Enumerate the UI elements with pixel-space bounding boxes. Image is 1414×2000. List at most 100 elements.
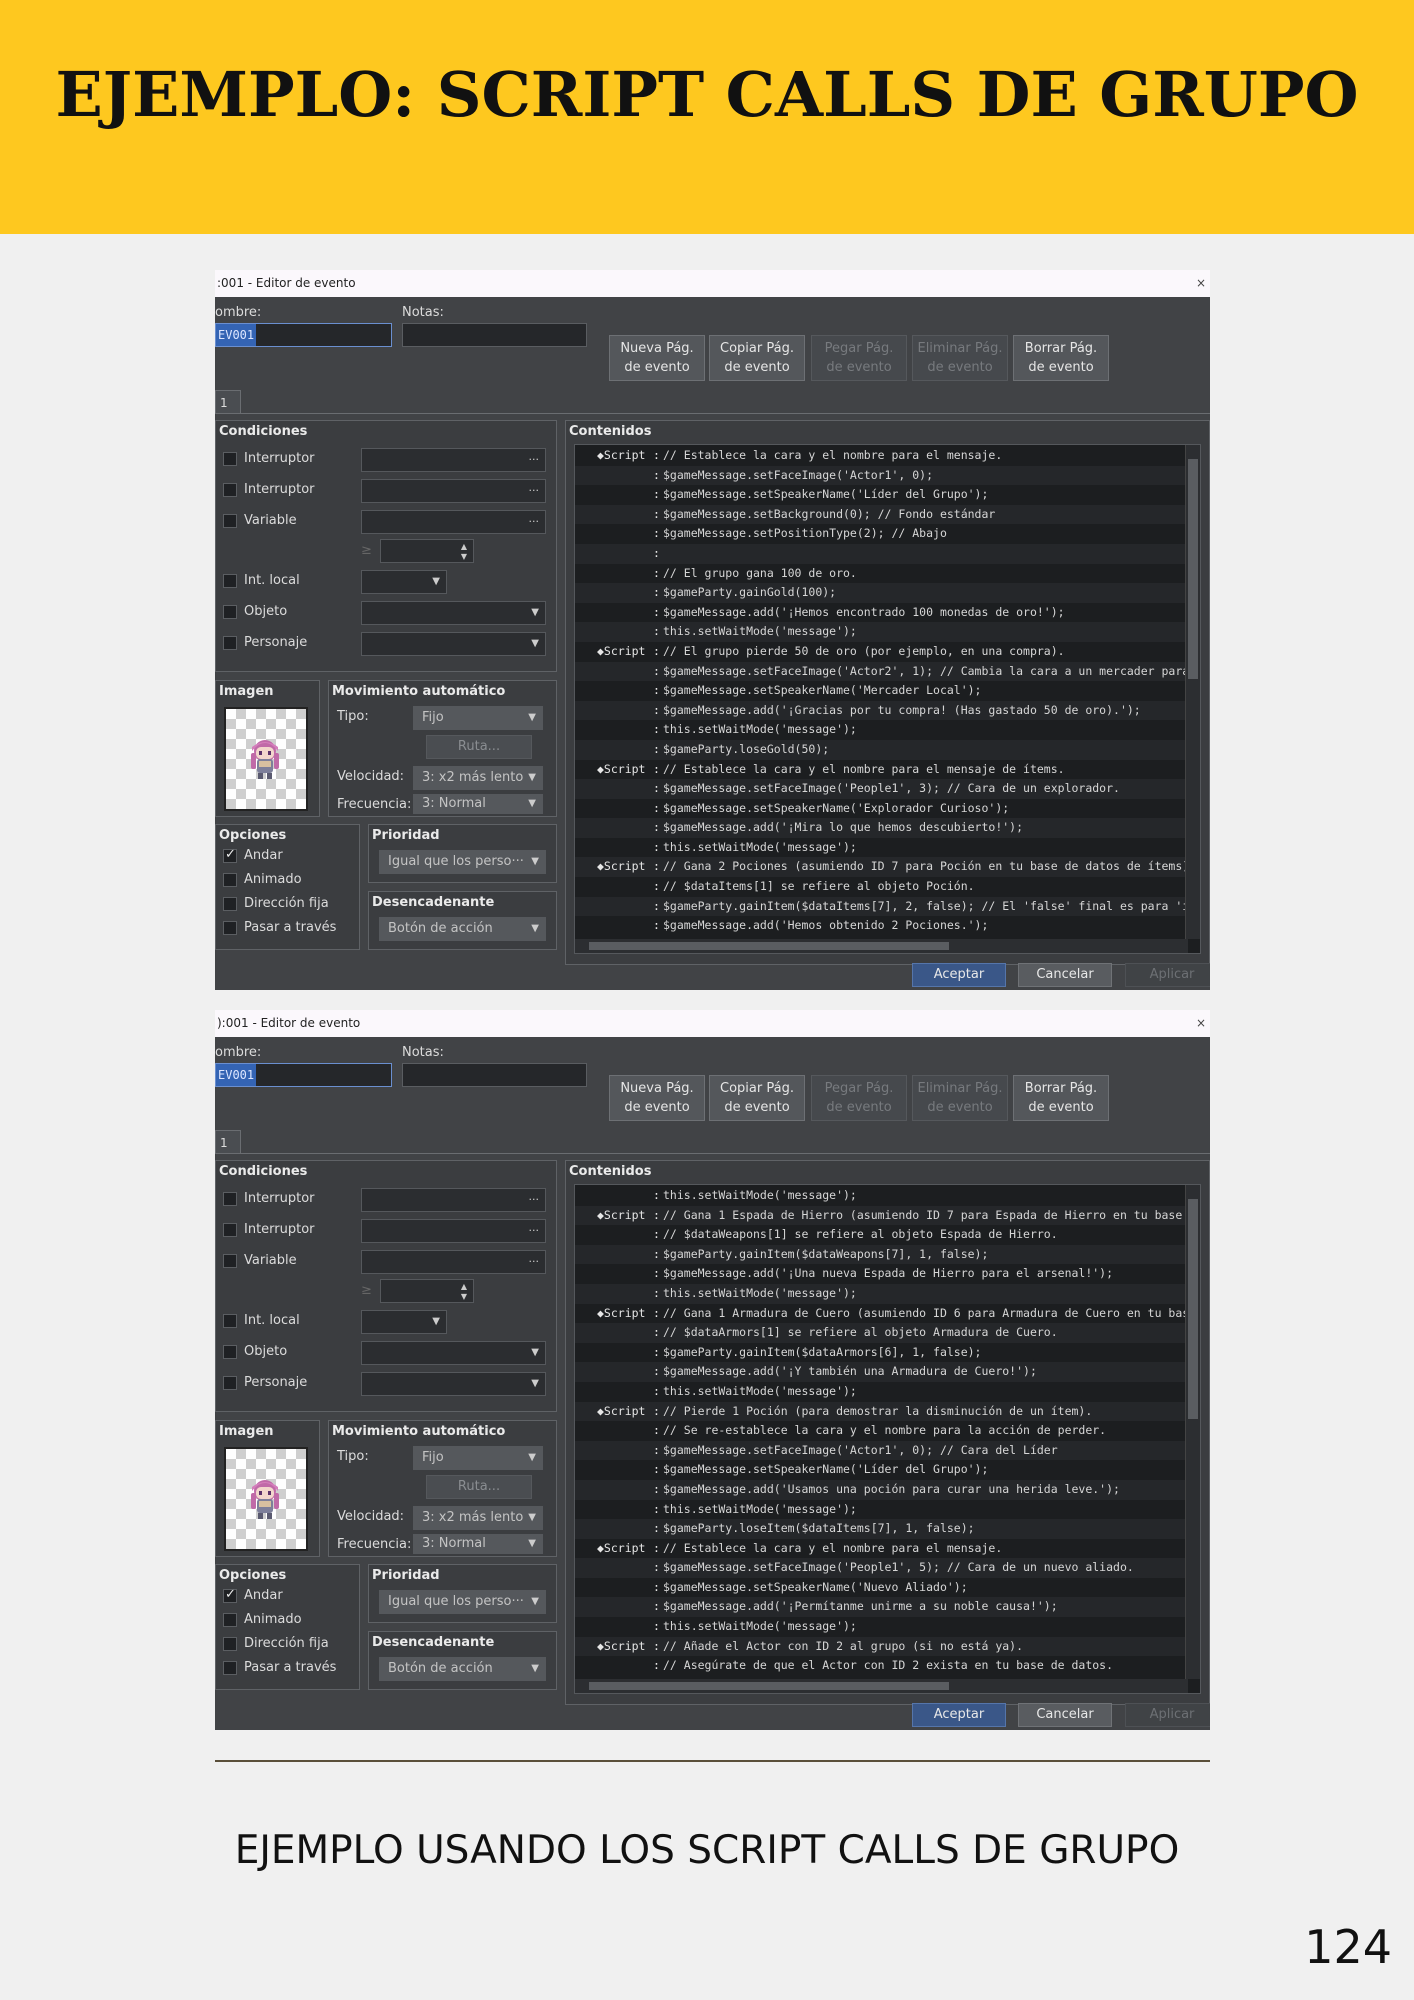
command-line[interactable]: : $gameMessage.add('¡Y también una Armadu…: [575, 1362, 1186, 1382]
command-line[interactable]: : $gameMessage.setFaceImage('Actor1', 0);…: [575, 1440, 1186, 1461]
self-switch-checkbox[interactable]: [223, 574, 237, 588]
switch2-checkbox[interactable]: [223, 483, 237, 497]
command-line[interactable]: : $gameMessage.setPositionType(2); // Aba…: [575, 524, 1186, 544]
command-line[interactable]: : $gameParty.loseItem($dataItems[7], 1, f…: [575, 1519, 1186, 1539]
command-line[interactable]: : $gameParty.gainGold(100);: [575, 583, 1186, 603]
new-page-button[interactable]: Nueva Pág. de evento: [609, 335, 705, 381]
item-select[interactable]: ▼: [361, 1341, 546, 1365]
tab-page-1[interactable]: 1: [215, 1130, 241, 1154]
apply-button[interactable]: Aplicar: [1125, 963, 1210, 987]
route-button[interactable]: Ruta...: [426, 1475, 532, 1499]
cancel-button[interactable]: Cancelar: [1018, 963, 1112, 987]
variable-checkbox[interactable]: [223, 514, 237, 528]
character-image[interactable]: [224, 1447, 308, 1551]
command-line[interactable]: ◆Script:// Establece la cara y el nombre…: [575, 1539, 1186, 1559]
command-line[interactable]: : this.setWaitMode('message');: [575, 1500, 1186, 1520]
self-switch-checkbox[interactable]: [223, 1314, 237, 1328]
command-line[interactable]: : this.setWaitMode('message');: [575, 1283, 1186, 1304]
command-line[interactable]: ◆Script:// Pierde 1 Poción (para demostr…: [575, 1401, 1186, 1422]
trigger-select[interactable]: Botón de acción ▼: [379, 917, 546, 941]
variable-value-stepper[interactable]: ▲ ▼: [380, 1279, 474, 1303]
command-line[interactable]: :// $dataArmors[1] se refiere al objeto …: [575, 1323, 1186, 1343]
horizontal-scroll-thumb[interactable]: [589, 942, 949, 950]
command-line[interactable]: : this.setWaitMode('message');: [575, 622, 1186, 642]
item-checkbox[interactable]: [223, 605, 237, 619]
command-line[interactable]: : $gameMessage.setBackground(0); // Fondo…: [575, 504, 1186, 525]
command-line[interactable]: : $gameMessage.add('¡Permítanme unirme a …: [575, 1597, 1186, 1618]
command-line[interactable]: ◆Script:// El grupo pierde 50 de oro (po…: [575, 642, 1186, 662]
switch1-checkbox[interactable]: [223, 452, 237, 466]
command-line[interactable]: :// $dataWeapons[1] se refiere al objeto…: [575, 1225, 1186, 1245]
priority-select[interactable]: Igual que los perso··· ▼: [379, 850, 546, 874]
variable-select[interactable]: ···: [361, 1250, 546, 1274]
type-select[interactable]: Fijo ▼: [413, 1446, 543, 1470]
command-line[interactable]: : $gameParty.loseGold(50);: [575, 739, 1186, 760]
tab-page-1[interactable]: 1: [215, 390, 241, 414]
actor-checkbox[interactable]: [223, 1376, 237, 1390]
paste-page-button[interactable]: Pegar Pág. de evento: [811, 1075, 907, 1121]
frequency-select[interactable]: 3: Normal ▼: [413, 794, 543, 814]
command-line[interactable]: ◆Script:// Establece la cara y el nombre…: [575, 446, 1186, 466]
item-select[interactable]: ▼: [361, 601, 546, 625]
command-line[interactable]: :// Asegúrate de que el Actor con ID 2 e…: [575, 1656, 1186, 1676]
type-select[interactable]: Fijo ▼: [413, 706, 543, 730]
command-line[interactable]: : $gameParty.gainItem($dataWeapons[7], 1,…: [575, 1244, 1186, 1265]
walking-checkbox[interactable]: [223, 847, 237, 863]
actor-checkbox[interactable]: [223, 636, 237, 650]
ok-button[interactable]: Aceptar: [912, 963, 1006, 987]
copy-page-button[interactable]: Copiar Pág. de evento: [709, 1075, 805, 1121]
frequency-select[interactable]: 3: Normal ▼: [413, 1534, 543, 1554]
cancel-button[interactable]: Cancelar: [1018, 1703, 1112, 1727]
trigger-select[interactable]: Botón de acción ▼: [379, 1657, 546, 1681]
through-checkbox[interactable]: [223, 921, 237, 935]
paste-page-button[interactable]: Pegar Pág. de evento: [811, 335, 907, 381]
new-page-button[interactable]: Nueva Pág. de evento: [609, 1075, 705, 1121]
apply-button[interactable]: Aplicar: [1125, 1703, 1210, 1727]
self-switch-select[interactable]: ▼: [361, 570, 447, 594]
command-line[interactable]: :// Se re-establece la cara y el nombre …: [575, 1421, 1186, 1441]
speed-select[interactable]: 3: x2 más lento ▼: [413, 1506, 543, 1530]
command-line[interactable]: : $gameMessage.setSpeakerName('Mercader L…: [575, 681, 1186, 701]
command-line[interactable]: : $gameMessage.add('¡Mira lo que hemos de…: [575, 818, 1186, 838]
command-line[interactable]: : $gameMessage.setFaceImage('People1', 5)…: [575, 1558, 1186, 1578]
command-line[interactable]: ◆Script:// Añade el Actor con ID 2 al gr…: [575, 1636, 1186, 1657]
stepping-checkbox[interactable]: [223, 1613, 237, 1627]
notes-input[interactable]: [402, 1063, 587, 1087]
vertical-scrollbar[interactable]: [1185, 1185, 1200, 1679]
command-line[interactable]: : $gameParty.gainItem($dataItems[7], 2, f…: [575, 896, 1189, 917]
name-input[interactable]: EV001: [215, 1063, 392, 1087]
command-line[interactable]: : $gameMessage.setFaceImage('People1', 3)…: [575, 779, 1186, 799]
name-input[interactable]: EV001: [215, 323, 392, 347]
variable-value-stepper[interactable]: ▲ ▼: [380, 539, 474, 563]
walking-checkbox[interactable]: [223, 1587, 237, 1603]
command-line[interactable]: : $gameMessage.setSpeakerName('Nuevo Alia…: [575, 1578, 1186, 1598]
command-line[interactable]: : $gameMessage.add('Hemos obtenido 2 Poci…: [575, 916, 1186, 936]
direction-fix-checkbox[interactable]: [223, 1637, 237, 1651]
vertical-scroll-thumb[interactable]: [1188, 1199, 1198, 1419]
close-icon[interactable]: ×: [1196, 1010, 1206, 1037]
clear-page-button[interactable]: Borrar Pág. de evento: [1013, 1075, 1109, 1121]
clear-page-button[interactable]: Borrar Pág. de evento: [1013, 335, 1109, 381]
priority-select[interactable]: Igual que los perso··· ▼: [379, 1590, 546, 1614]
actor-select[interactable]: ▼: [361, 632, 546, 656]
switch2-select[interactable]: ···: [361, 479, 546, 503]
switch1-select[interactable]: ···: [361, 448, 546, 472]
variable-checkbox[interactable]: [223, 1254, 237, 1268]
horizontal-scrollbar[interactable]: [575, 939, 1188, 953]
through-checkbox[interactable]: [223, 1661, 237, 1675]
switch2-checkbox[interactable]: [223, 1223, 237, 1237]
switch2-select[interactable]: ···: [361, 1219, 546, 1243]
notes-input[interactable]: [402, 323, 587, 347]
direction-fix-checkbox[interactable]: [223, 897, 237, 911]
command-line[interactable]: : $gameMessage.add('Usamos una poción par…: [575, 1479, 1186, 1500]
command-line[interactable]: :// $dataItems[1] se refiere al objeto P…: [575, 877, 1186, 897]
actor-select[interactable]: ▼: [361, 1372, 546, 1396]
command-line[interactable]: ◆Script:// Establece la cara y el nombre…: [575, 760, 1186, 780]
command-line[interactable]: : this.setWaitMode('message');: [575, 1186, 1186, 1206]
delete-page-button[interactable]: Eliminar Pág. de evento: [912, 1075, 1008, 1121]
command-line[interactable]: ◆Script:// Gana 1 Espada de Hierro (asum…: [575, 1205, 1186, 1226]
command-line[interactable]: : this.setWaitMode('message');: [575, 720, 1186, 740]
character-image[interactable]: [224, 707, 308, 811]
close-icon[interactable]: ×: [1196, 270, 1206, 297]
command-line[interactable]: ◆Script:// Gana 2 Pociones (asumiendo ID…: [575, 857, 1189, 878]
